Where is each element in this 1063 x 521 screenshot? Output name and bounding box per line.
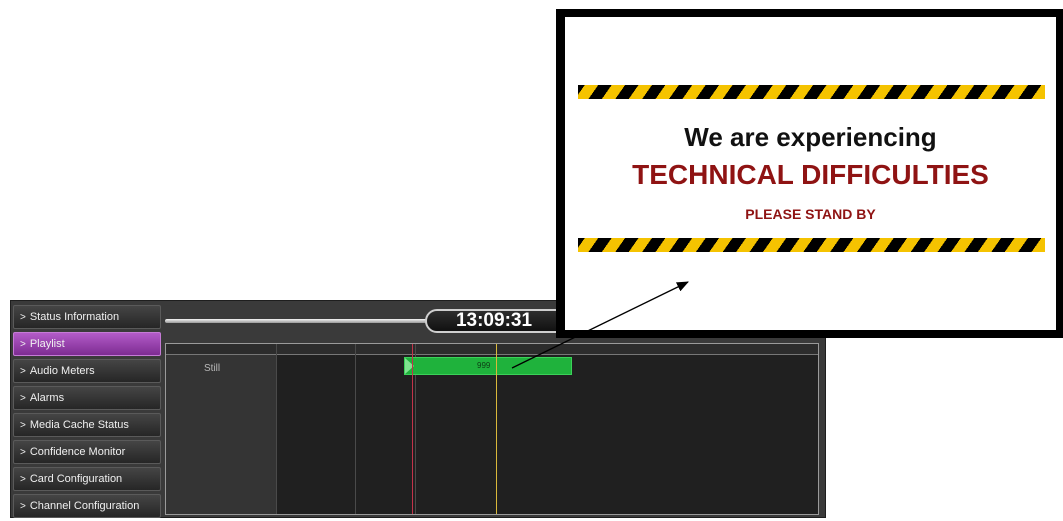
chevron-right-icon: >	[20, 393, 26, 404]
sidebar-item-confidence-monitor[interactable]: > Confidence Monitor	[13, 440, 161, 464]
now-playhead-line	[412, 344, 413, 514]
sidebar-item-label: Status Information	[29, 311, 120, 323]
sidebar-item-alarms[interactable]: > Alarms	[13, 386, 161, 410]
playlist-timeline[interactable]: Still 999	[165, 343, 819, 515]
slate-line-3: PLEASE STAND BY	[745, 206, 876, 222]
progress-track[interactable]	[165, 319, 427, 323]
timeline-grid-line	[276, 344, 277, 514]
timeline-clip[interactable]: 999	[404, 357, 572, 375]
chevron-right-icon: >	[20, 501, 26, 512]
track-label-column: Still	[166, 355, 277, 514]
timeline-grid-line	[355, 344, 356, 514]
sidebar-item-status-information[interactable]: > Status Information	[13, 305, 161, 329]
clip-preview-card: We are experiencing TECHNICAL DIFFICULTI…	[556, 9, 1063, 338]
hazard-stripe-top	[578, 85, 1045, 99]
clock-display: 13:09:31	[425, 309, 563, 333]
sidebar-item-label: Channel Configuration	[29, 500, 140, 512]
clip-label: 999	[477, 361, 491, 370]
sidebar-item-label: Confidence Monitor	[29, 446, 126, 458]
sidebar-item-media-cache-status[interactable]: > Media Cache Status	[13, 413, 161, 437]
chevron-right-icon: >	[20, 339, 26, 350]
preview-slate: We are experiencing TECHNICAL DIFFICULTI…	[565, 17, 1056, 330]
sidebar-nav: > Status Information > Playlist > Audio Met…	[13, 305, 161, 521]
sidebar-item-audio-meters[interactable]: > Audio Meters	[13, 359, 161, 383]
sidebar-item-label: Card Configuration	[29, 473, 123, 485]
sidebar-item-label: Alarms	[29, 392, 65, 404]
chevron-right-icon: >	[20, 447, 26, 458]
cursor-line[interactable]	[496, 344, 497, 514]
sidebar-item-label: Audio Meters	[29, 365, 95, 377]
chevron-right-icon: >	[20, 420, 26, 431]
chevron-right-icon: >	[20, 312, 26, 323]
timeline-ruler	[166, 344, 818, 355]
sidebar-item-playlist[interactable]: > Playlist	[13, 332, 161, 356]
hazard-stripe-bottom	[578, 238, 1045, 252]
sidebar-item-card-configuration[interactable]: > Card Configuration	[13, 467, 161, 491]
sidebar-item-channel-configuration[interactable]: > Channel Configuration	[13, 494, 161, 518]
chevron-right-icon: >	[20, 474, 26, 485]
slate-line-1: We are experiencing	[684, 122, 937, 152]
track-label: Still	[204, 363, 221, 374]
chevron-right-icon: >	[20, 366, 26, 377]
sidebar-item-label: Media Cache Status	[29, 419, 129, 431]
slate-line-2: TECHNICAL DIFFICULTIES	[632, 159, 989, 190]
transport-bar: 13:09:31	[163, 309, 565, 333]
sidebar-item-label: Playlist	[29, 338, 65, 350]
